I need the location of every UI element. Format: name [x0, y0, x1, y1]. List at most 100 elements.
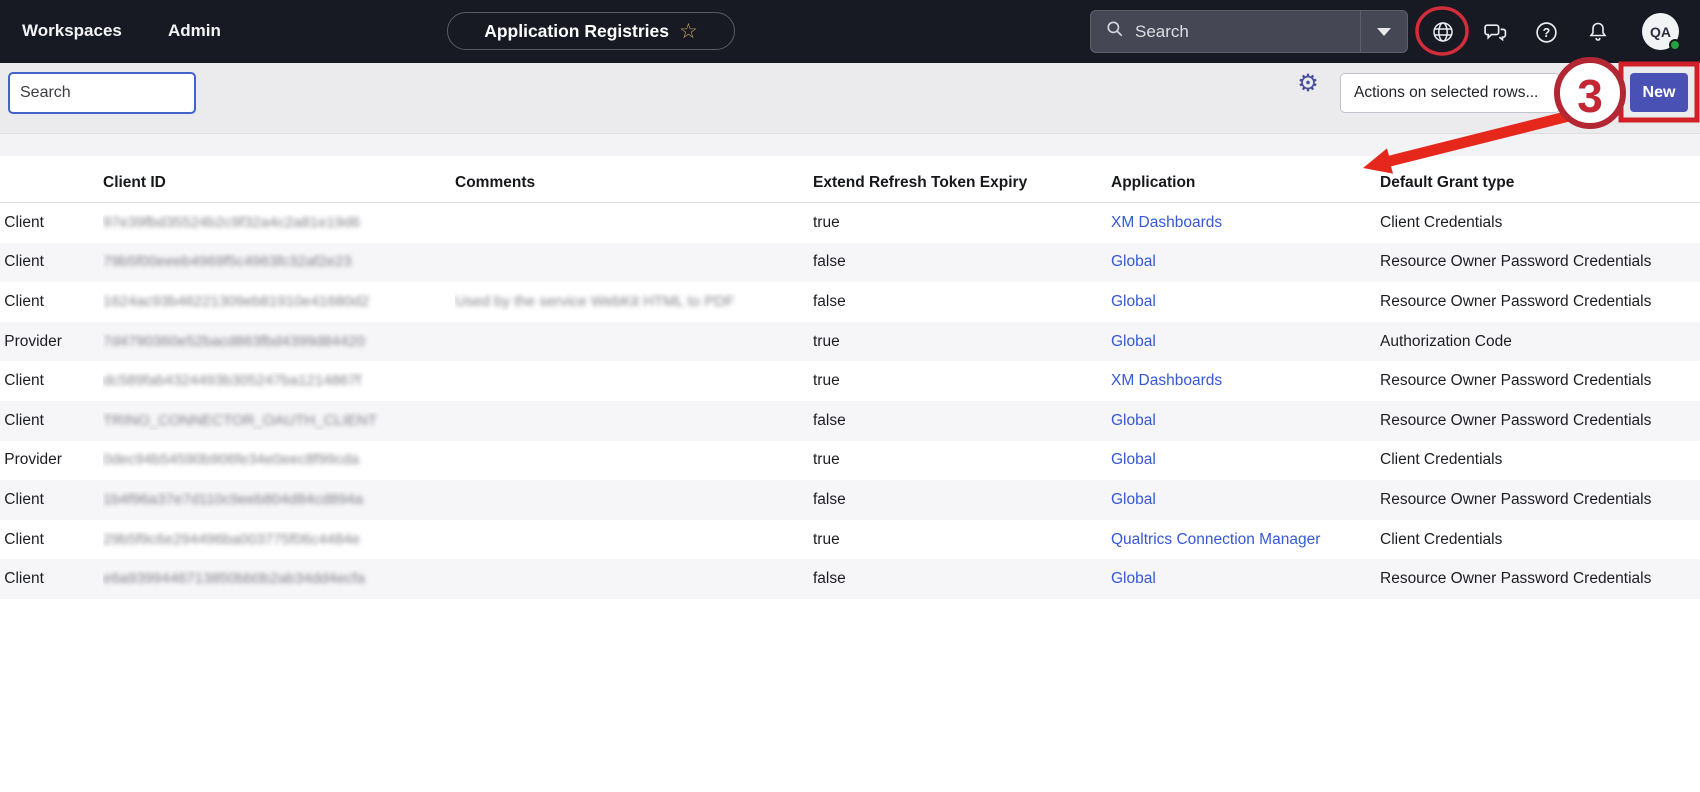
online-status-dot	[1669, 39, 1681, 51]
column-header-default-grant-type[interactable]: Default Grant type	[1380, 174, 1700, 202]
cell-extend-refresh-token-expiry: true	[813, 214, 1111, 232]
table-row[interactable]: OAuth Client e6a9399446713850bb0b2ab34dd…	[0, 559, 1700, 599]
table-row[interactable]: OAuth Client 1b4f96a37e7d110c9eeb804d84c…	[0, 480, 1700, 520]
table-row[interactable]: OAuth Client 29b5f9c6e294496ba003775f06c…	[0, 520, 1700, 560]
cell-application: Global	[1111, 293, 1380, 311]
application-registries-page: Workspaces Admin Application Registries …	[0, 0, 1700, 792]
bell-icon[interactable]	[1585, 19, 1611, 45]
cell-application: Global	[1111, 333, 1380, 351]
gear-icon[interactable]: ⚙	[1295, 71, 1321, 97]
cell-default-grant-type: Client Credentials	[1380, 531, 1700, 549]
top-navigation-bar: Workspaces Admin Application Registries …	[0, 0, 1700, 63]
cell-type: OAuth Client	[0, 570, 103, 588]
table-header-row: Client ID Comments Extend Refresh Token …	[0, 156, 1700, 203]
cell-type: OAuth Client	[0, 491, 103, 509]
cell-client-id: 97e39fbd35524b2c9f32a4c2a81e19d6	[103, 214, 455, 232]
help-icon[interactable]: ?	[1533, 19, 1559, 45]
cell-type: OAuth Provider	[0, 333, 103, 351]
column-header-client-id[interactable]: Client ID	[103, 174, 455, 202]
cell-application: Global	[1111, 491, 1380, 509]
chevron-down-icon	[1377, 28, 1391, 36]
column-header-comments[interactable]: Comments	[455, 174, 813, 202]
application-link[interactable]: Global	[1111, 412, 1156, 429]
cell-default-grant-type: Resource Owner Password Credentials	[1380, 372, 1700, 390]
cell-default-grant-type: Resource Owner Password Credentials	[1380, 570, 1700, 588]
application-link[interactable]: Global	[1111, 570, 1156, 587]
column-header-type[interactable]	[0, 192, 103, 202]
application-link[interactable]: Global	[1111, 293, 1156, 310]
cell-default-grant-type: Resource Owner Password Credentials	[1380, 412, 1700, 430]
table-row[interactable]: OAuth Client dc589fab4324493b305247ba121…	[0, 361, 1700, 401]
table-row[interactable]: OAuth Client 1624ac93b46221309eb81910e41…	[0, 282, 1700, 322]
avatar-initials: QA	[1650, 24, 1671, 40]
table-toolbar: ⚙ Actions on selected rows... New	[0, 63, 1700, 134]
cell-type: OAuth Client	[0, 253, 103, 271]
cell-application: XM Dashboards	[1111, 214, 1380, 232]
favorite-star-icon[interactable]: ☆	[679, 21, 698, 42]
cell-application: Global	[1111, 570, 1380, 588]
user-avatar[interactable]: QA	[1642, 13, 1679, 50]
cell-extend-refresh-token-expiry: false	[813, 293, 1111, 311]
context-pill-label: Application Registries	[484, 21, 669, 42]
cell-comments: Used by the service WebKit HTML to PDF	[455, 293, 813, 311]
cell-client-id: 7d4790360e52bacd863fbd4399d84420	[103, 333, 455, 351]
cell-default-grant-type: Client Credentials	[1380, 451, 1700, 469]
cell-client-id: e6a9399446713850bb0b2ab34dd4ecfa	[103, 570, 455, 588]
table-row[interactable]: OAuth Client 79b5f00eeeb4969f5c4963fc32a…	[0, 243, 1700, 283]
application-link[interactable]: XM Dashboards	[1111, 214, 1222, 231]
cell-client-id: 79b5f00eeeb4969f5c4963fc32af2e23	[103, 253, 455, 271]
search-icon	[1105, 19, 1125, 44]
cell-application: Global	[1111, 451, 1380, 469]
cell-type: OAuth Client	[0, 531, 103, 549]
cell-application: Global	[1111, 412, 1380, 430]
context-pill-application-registries[interactable]: Application Registries ☆	[447, 12, 735, 50]
table-search-input[interactable]	[8, 72, 196, 114]
cell-client-id: 1624ac93b46221309eb81910e41680d2	[103, 293, 455, 311]
search-scope-dropdown[interactable]	[1361, 28, 1407, 36]
table-row[interactable]: OAuth Client 97e39fbd35524b2c9f32a4c2a81…	[0, 203, 1700, 243]
nav-workspaces[interactable]: Workspaces	[22, 21, 122, 41]
cell-client-id: 29b5f9c6e294496ba003775f06c4484e	[103, 531, 455, 549]
cell-type: OAuth Provider	[0, 451, 103, 469]
cell-default-grant-type: Resource Owner Password Credentials	[1380, 293, 1700, 311]
cell-extend-refresh-token-expiry: false	[813, 412, 1111, 430]
table-body: OAuth Client 97e39fbd35524b2c9f32a4c2a81…	[0, 203, 1700, 599]
cell-extend-refresh-token-expiry: false	[813, 253, 1111, 271]
global-search-box[interactable]: Search	[1090, 10, 1408, 53]
globe-icon[interactable]	[1430, 19, 1456, 45]
cell-type: OAuth Client	[0, 293, 103, 311]
application-link[interactable]: Global	[1111, 451, 1156, 468]
table-row[interactable]: OAuth Client TRINO_CONNECTOR_OAUTH_CLIEN…	[0, 401, 1700, 441]
new-button[interactable]: New	[1630, 73, 1688, 112]
cell-default-grant-type: Client Credentials	[1380, 214, 1700, 232]
global-search-placeholder: Search	[1135, 22, 1360, 42]
application-link[interactable]: Global	[1111, 253, 1156, 270]
chat-icon[interactable]	[1482, 19, 1508, 45]
cell-client-id: 1b4f96a37e7d110c9eeb804d84cd894a	[103, 491, 455, 509]
cell-default-grant-type: Resource Owner Password Credentials	[1380, 491, 1700, 509]
cell-client-id: TRINO_CONNECTOR_OAUTH_CLIENT	[103, 412, 455, 430]
toolbar-table-gap	[0, 134, 1700, 156]
cell-extend-refresh-token-expiry: true	[813, 333, 1111, 351]
cell-client-id: 0dec94b54590b906fe34e0eec8f99cda	[103, 451, 455, 469]
cell-default-grant-type: Resource Owner Password Credentials	[1380, 253, 1700, 271]
cell-application: Qualtrics Connection Manager	[1111, 531, 1380, 549]
column-header-extend-refresh-token-expiry[interactable]: Extend Refresh Token Expiry	[813, 174, 1111, 202]
table-row[interactable]: OAuth Provider 0dec94b54590b906fe34e0eec…	[0, 441, 1700, 481]
application-link[interactable]: Global	[1111, 491, 1156, 508]
actions-dropdown[interactable]: Actions on selected rows...	[1340, 73, 1560, 113]
application-link[interactable]: Qualtrics Connection Manager	[1111, 531, 1320, 548]
cell-extend-refresh-token-expiry: false	[813, 570, 1111, 588]
column-header-application[interactable]: Application	[1111, 174, 1380, 202]
cell-application: XM Dashboards	[1111, 372, 1380, 390]
cell-type: OAuth Client	[0, 372, 103, 390]
svg-text:?: ?	[1542, 26, 1550, 40]
nav-admin[interactable]: Admin	[168, 21, 221, 41]
cell-application: Global	[1111, 253, 1380, 271]
cell-extend-refresh-token-expiry: true	[813, 451, 1111, 469]
table-row[interactable]: OAuth Provider 7d4790360e52bacd863fbd439…	[0, 322, 1700, 362]
cell-default-grant-type: Authorization Code	[1380, 333, 1700, 351]
application-link[interactable]: Global	[1111, 333, 1156, 350]
cell-type: OAuth Client	[0, 412, 103, 430]
application-link[interactable]: XM Dashboards	[1111, 372, 1222, 389]
